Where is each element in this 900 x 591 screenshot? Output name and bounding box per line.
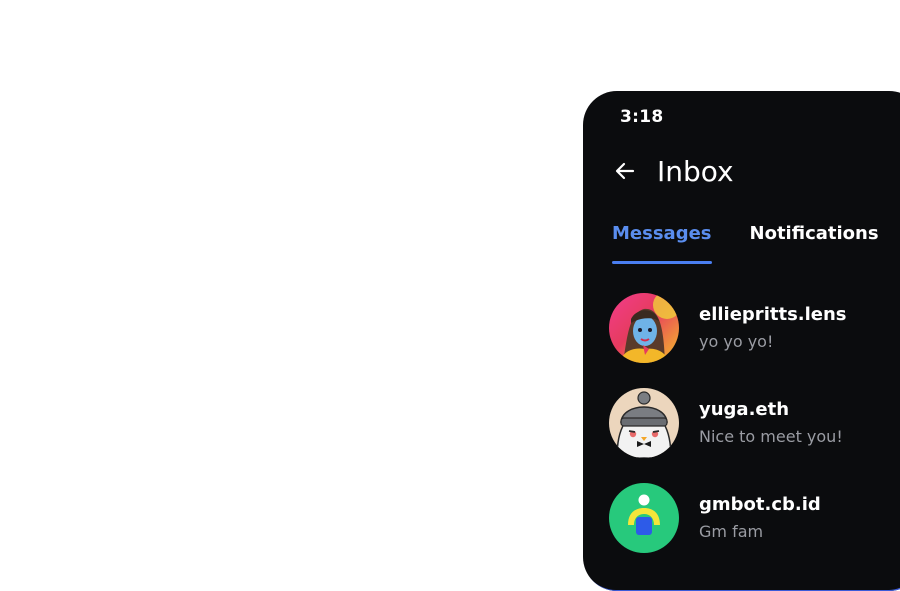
conversation-item[interactable]: yuga.eth Nice to meet you! bbox=[609, 388, 900, 458]
tab-notifications[interactable]: Notifications bbox=[750, 223, 879, 264]
conversation-meta: yuga.eth Nice to meet you! bbox=[699, 399, 843, 447]
contact-name: gmbot.cb.id bbox=[699, 494, 821, 515]
message-preview: Gm fam bbox=[699, 522, 764, 541]
conversation-meta: gmbot.cb.id Gm fam bbox=[699, 494, 821, 542]
conversation-list: elliepritts.lens yo yo yo! yuga.eth Nice… bbox=[609, 293, 900, 578]
message-preview: yo yo yo! bbox=[699, 332, 774, 351]
message-preview: Nice to meet you! bbox=[699, 427, 843, 446]
conversation-item[interactable]: gmbot.cb.id Gm fam bbox=[609, 483, 900, 553]
arrow-left-icon[interactable] bbox=[613, 159, 637, 183]
phone-frame: 3:18 Inbox Messages Notifications elliep… bbox=[583, 91, 900, 591]
tab-bar: Messages Notifications bbox=[612, 223, 879, 264]
conversation-item[interactable]: elliepritts.lens yo yo yo! bbox=[609, 293, 900, 363]
page-title: Inbox bbox=[657, 154, 734, 188]
contact-name: yuga.eth bbox=[699, 399, 790, 420]
contact-name: elliepritts.lens bbox=[699, 304, 847, 325]
avatar bbox=[609, 388, 679, 458]
conversation-meta: elliepritts.lens yo yo yo! bbox=[699, 304, 847, 352]
tab-messages[interactable]: Messages bbox=[612, 223, 712, 264]
avatar bbox=[609, 293, 679, 363]
status-time: 3:18 bbox=[620, 107, 664, 127]
avatar bbox=[609, 483, 679, 553]
header: Inbox bbox=[613, 151, 734, 191]
